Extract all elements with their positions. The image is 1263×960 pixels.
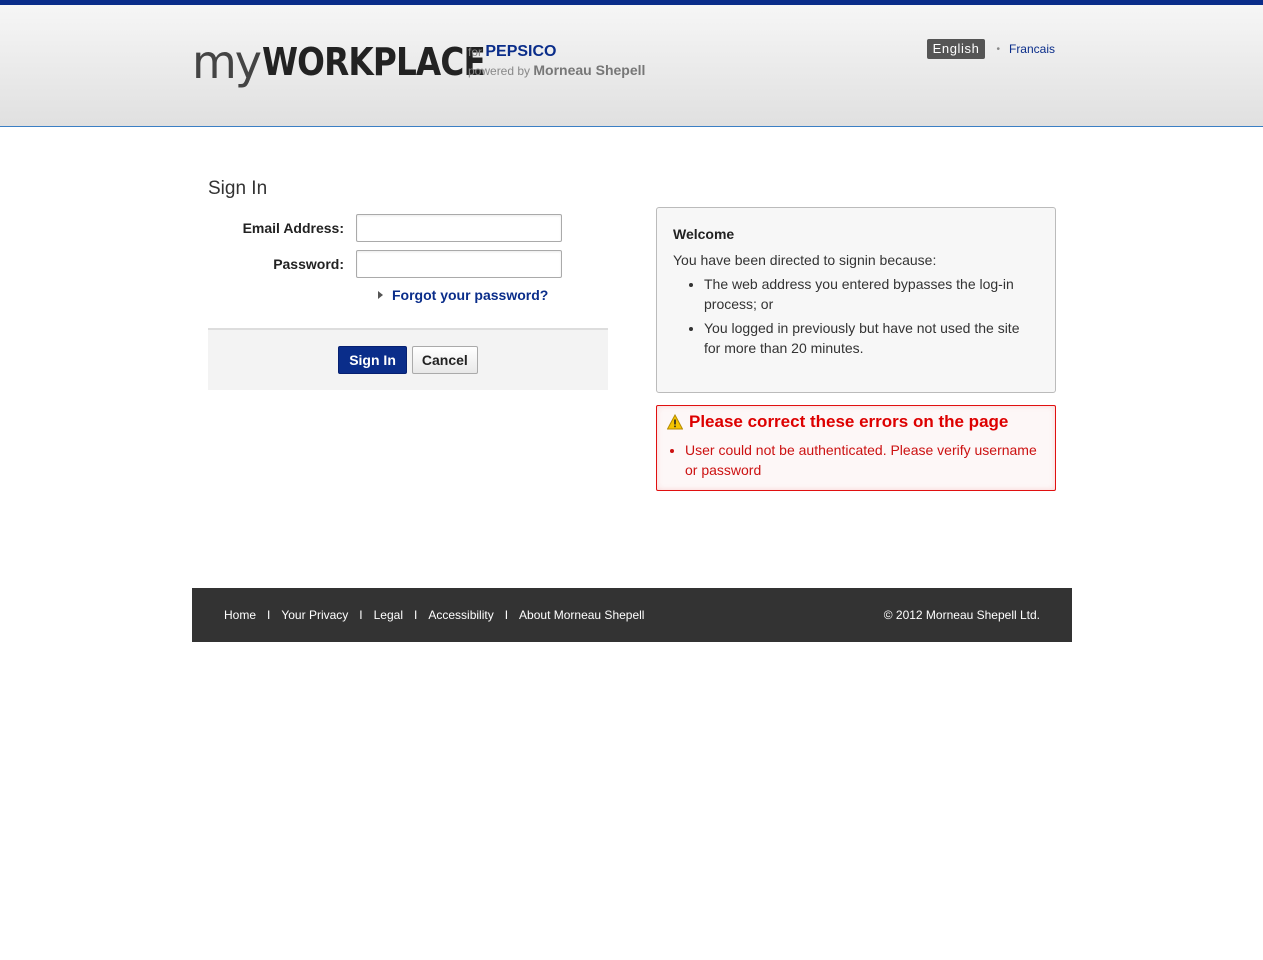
provider-name: Morneau Shepell — [533, 62, 646, 78]
list-item: The web address you entered bypasses the… — [704, 274, 1039, 314]
password-label: Password: — [273, 256, 344, 272]
welcome-panel: Welcome You have been directed to signin… — [656, 207, 1056, 393]
email-label: Email Address: — [242, 220, 344, 236]
copyright: © 2012 Morneau Shepell Ltd. — [883, 608, 1040, 622]
footer-link-privacy[interactable]: Your Privacy — [281, 608, 348, 622]
footer-divider: I — [414, 608, 418, 622]
cancel-button[interactable]: Cancel — [411, 346, 478, 374]
error-header: Please correct these errors on the page — [667, 412, 1045, 432]
password-field[interactable] — [356, 250, 562, 278]
footer-divider: I — [504, 608, 509, 622]
footer-divider: I — [267, 608, 271, 622]
footer-divider: I — [359, 608, 363, 622]
signin-button[interactable]: Sign In — [338, 346, 407, 374]
footer-link-home[interactable]: Home — [224, 608, 256, 622]
triangle-right-icon — [378, 291, 383, 299]
powered-label: powered by — [468, 64, 531, 78]
password-row: Password: — [208, 246, 608, 282]
form-actions: Sign In Cancel — [208, 328, 608, 390]
welcome-title: Welcome — [673, 226, 735, 242]
warning-triangle-icon — [667, 414, 683, 430]
logo-prefix: my — [192, 35, 262, 89]
error-list: User could not be authenticated. Please … — [685, 440, 1045, 480]
footer-link-about[interactable]: About Morneau Shepell — [519, 608, 644, 622]
tagline: for PEPSICO powered by Morneau Shepell — [468, 43, 645, 80]
client-name: PEPSICO — [485, 43, 557, 60]
lang-separator: • — [996, 43, 1000, 55]
language-switcher: English • Francais — [926, 39, 1055, 59]
signin-title: Sign In — [208, 178, 268, 199]
logo-main: WORKPLACE — [262, 40, 486, 84]
email-row: Email Address: — [208, 210, 608, 246]
error-item: User could not be authenticated. Please … — [685, 440, 1045, 480]
footer-link-legal[interactable]: Legal — [374, 608, 403, 622]
forgot-password-link[interactable]: Forgot your password? — [392, 287, 548, 303]
reason-list: The web address you entered bypasses the… — [704, 274, 1039, 358]
lang-english[interactable]: English — [926, 39, 986, 59]
lang-francais[interactable]: Francais — [1009, 42, 1055, 56]
site-footer: Home I Your Privacy I Legal I Accessibil… — [192, 588, 1072, 642]
footer-link-accessibility[interactable]: Accessibility — [428, 608, 493, 622]
signin-form: Sign In Email Address: Password: Forgot … — [208, 178, 608, 390]
error-title: Please correct these errors on the page — [689, 412, 1009, 431]
forgot-password: Forgot your password? — [378, 287, 608, 303]
email-field[interactable] — [356, 214, 562, 242]
site-header: myWORKPLACE for PEPSICO powered by Morne… — [0, 5, 1263, 127]
for-label: for — [468, 45, 483, 59]
error-panel: Please correct these errors on the page … — [656, 405, 1056, 491]
welcome-intro: You have been directed to signin because… — [673, 252, 937, 268]
list-item: You logged in previously but have not us… — [704, 318, 1039, 358]
